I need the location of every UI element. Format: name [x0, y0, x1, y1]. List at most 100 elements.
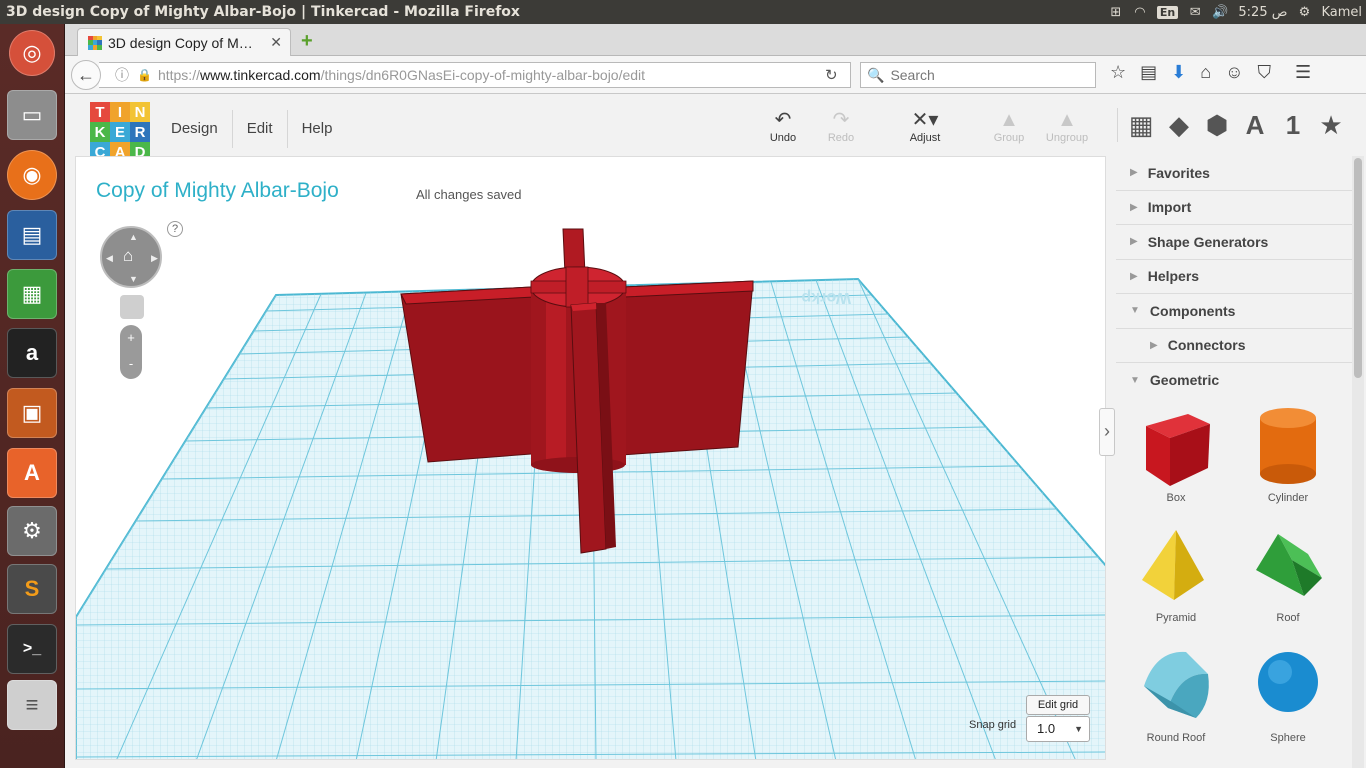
new-tab-icon[interactable]: +	[301, 30, 313, 53]
section-label: Shape Generators	[1147, 233, 1269, 250]
section-geometric[interactable]: ▼ Geometric	[1116, 363, 1352, 398]
snap-grid-value: 1.0	[1037, 721, 1056, 736]
files-icon[interactable]: ▭	[7, 90, 57, 140]
zoom-out-button[interactable]: -	[120, 351, 142, 377]
shape-roof[interactable]: Roof	[1238, 526, 1338, 624]
keyboard-layout-indicator[interactable]: En	[1156, 5, 1179, 19]
shape-pyramid[interactable]: Pyramid	[1126, 526, 1226, 624]
section-favorites[interactable]: ▶ Favorites	[1116, 156, 1352, 191]
back-button[interactable]: ←	[71, 60, 101, 90]
info-icon[interactable]: ⓘ	[115, 65, 129, 85]
scrollbar-thumb[interactable]	[1354, 158, 1362, 378]
tinkercad-logo[interactable]: T I N K E R C A D	[90, 102, 150, 162]
section-helpers[interactable]: ▶ Helpers	[1116, 260, 1352, 294]
shape-sphere[interactable]: Sphere	[1238, 646, 1338, 744]
design-title[interactable]: Copy of Mighty Albar-Bojo	[96, 179, 339, 203]
shape-library-panel: ▶ Favorites ▶ Import ▶ Shape Generators ▶ He…	[1116, 156, 1352, 768]
workplane-label: Workp	[801, 289, 851, 306]
browser-tab[interactable]: 3D design Copy of M… ✕	[77, 28, 291, 56]
software-center-icon[interactable]: A	[7, 448, 57, 498]
shape-label: Round Roof	[1146, 732, 1206, 744]
volume-icon[interactable]: 🔊	[1212, 5, 1228, 20]
cube-icon[interactable]: ◆	[1166, 110, 1192, 141]
workplane-scene[interactable]: Workp	[76, 157, 1106, 760]
shape-label: Sphere	[1270, 732, 1306, 744]
system-tray: ⊞ ◠ En ✉ 🔊 5:25 ص ⚙ Kamel	[1109, 0, 1362, 24]
shape-cylinder[interactable]: Cylinder	[1238, 404, 1338, 504]
sublime-icon[interactable]: S	[7, 564, 57, 614]
roof-icon	[1256, 534, 1322, 596]
settings-icon[interactable]: ⚙	[7, 506, 57, 556]
menu-design[interactable]: Design	[157, 110, 233, 148]
edit-grid-button[interactable]: Edit grid	[1026, 695, 1090, 715]
pocket-icon[interactable]: ⛉	[1258, 62, 1272, 83]
group-icon: ▲	[999, 109, 1019, 131]
shape-label: Pyramid	[1155, 612, 1197, 624]
snap-grid-select[interactable]: 1.0 ▼	[1026, 716, 1090, 742]
collapse-panel-button[interactable]: ›	[1099, 408, 1115, 456]
redo-button[interactable]: ↷ Redo	[811, 108, 871, 144]
chevron-down-icon: ▼	[1130, 374, 1140, 386]
3d-viewport[interactable]: Workp Copy of Mighty Albar-Bojo All chan…	[75, 156, 1106, 760]
shape-box[interactable]: Box	[1126, 404, 1226, 504]
mail-icon[interactable]: ✉	[1188, 5, 1202, 20]
zoom-in-button[interactable]: +	[120, 325, 142, 351]
ungroup-icon: ▲	[1057, 109, 1077, 131]
section-components[interactable]: ▼ Components	[1116, 294, 1352, 329]
reading-list-icon[interactable]: ▤	[1140, 62, 1157, 83]
section-shape-generators[interactable]: ▶ Shape Generators	[1116, 225, 1352, 260]
user-name[interactable]: Kamel	[1321, 5, 1362, 20]
home-view-icon[interactable]: ⌂	[123, 246, 133, 266]
close-tab-icon[interactable]: ✕	[270, 34, 282, 51]
zoom-control: + -	[120, 325, 142, 379]
amazon-icon[interactable]: a	[7, 328, 57, 378]
number-tab[interactable]: 1	[1280, 110, 1306, 141]
shape-round-roof[interactable]: Round Roof	[1126, 646, 1226, 744]
orbit-up-icon[interactable]: ▲	[129, 232, 138, 242]
clock[interactable]: 5:25 ص	[1238, 5, 1287, 20]
ubuntu-icon[interactable]: ◎	[9, 30, 55, 76]
fit-view-icon[interactable]	[120, 295, 144, 319]
menu-help[interactable]: Help	[288, 110, 347, 148]
help-icon[interactable]: ?	[167, 221, 183, 237]
section-label: Favorites	[1147, 164, 1210, 181]
drive-icon[interactable]: ≡	[7, 680, 57, 730]
download-icon[interactable]: ⬇	[1171, 62, 1186, 83]
ungroup-button[interactable]: ▲ Ungroup	[1037, 108, 1097, 144]
grid-icon[interactable]: ▦	[1128, 110, 1154, 141]
emoji-icon[interactable]: ☺	[1225, 62, 1243, 83]
bookmark-star-icon[interactable]: ☆	[1110, 62, 1126, 83]
writer-icon[interactable]: ▤	[7, 210, 57, 260]
impress-icon[interactable]: ▣	[7, 388, 57, 438]
menu-icon[interactable]: ☰	[1295, 62, 1311, 83]
search-input[interactable]: 🔍 Search	[860, 62, 1096, 88]
logo-letter: T	[90, 102, 110, 122]
reload-icon[interactable]: ↻	[825, 66, 838, 84]
undo-button[interactable]: ↶ Undo	[753, 108, 813, 144]
wifi-icon[interactable]: ◠	[1133, 5, 1147, 20]
url-bar[interactable]: ⓘ 🔒 https:// www.tinkercad.com /things/d…	[99, 62, 851, 88]
orbit-down-icon[interactable]: ▼	[129, 274, 138, 284]
system-top-panel: 3D design Copy of Mighty Albar-Bojo | Ti…	[0, 0, 1366, 24]
text-tab[interactable]: A	[1242, 110, 1268, 141]
menu-edit[interactable]: Edit	[233, 110, 288, 148]
terminal-icon[interactable]: >_	[7, 624, 57, 674]
orbit-left-icon[interactable]: ◀	[106, 253, 113, 264]
polyhedron-icon[interactable]: ⬢	[1204, 110, 1230, 141]
star-icon[interactable]: ★	[1318, 110, 1344, 141]
calc-icon[interactable]: ▦	[7, 269, 57, 319]
adjust-label: Adjust	[909, 132, 941, 144]
logo-letter: R	[130, 122, 150, 142]
firefox-icon[interactable]: ◉	[7, 150, 57, 200]
workspace-switcher-icon[interactable]: ⊞	[1109, 5, 1123, 20]
section-import[interactable]: ▶ Import	[1116, 191, 1352, 225]
adjust-button[interactable]: ✕▾ Adjust	[895, 108, 955, 144]
orbit-right-icon[interactable]: ▶	[151, 253, 158, 264]
group-button[interactable]: ▲ Group	[979, 108, 1039, 144]
settings-gear-icon[interactable]: ⚙	[1297, 5, 1311, 20]
orbit-control[interactable]: ⌂ ▲ ▼ ◀ ▶	[100, 226, 162, 288]
home-icon[interactable]: ⌂	[1200, 62, 1211, 83]
panel-scrollbar[interactable]	[1352, 156, 1364, 768]
section-connectors[interactable]: ▶ Connectors	[1116, 329, 1352, 363]
chevron-right-icon: ▶	[1130, 270, 1138, 282]
